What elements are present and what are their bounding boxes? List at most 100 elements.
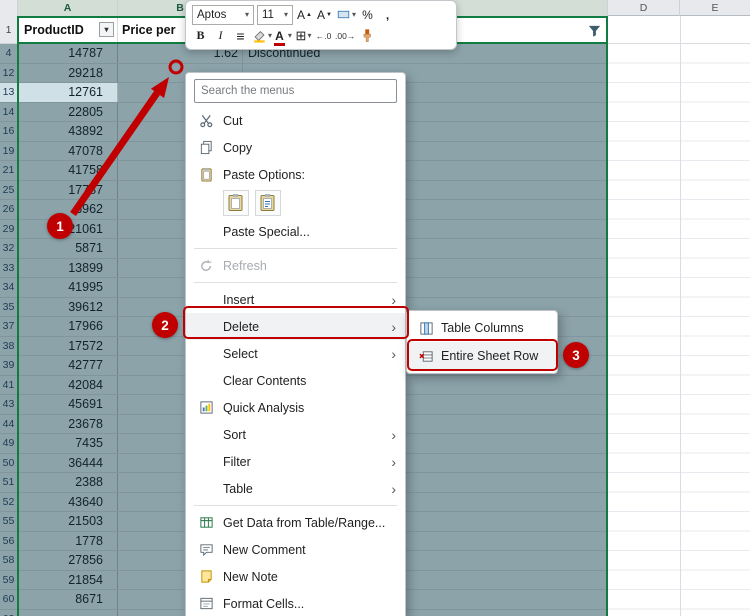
menu-item-quick-analysis[interactable]: Quick Analysis <box>186 394 405 421</box>
cell-productid[interactable]: 17966 <box>18 317 118 336</box>
align-center-button[interactable]: ≡ <box>232 26 249 46</box>
row-header[interactable]: 59 <box>0 571 18 590</box>
column-header-d[interactable]: D <box>608 0 680 16</box>
cell-productid[interactable]: 17787 <box>18 181 118 200</box>
cell-productid[interactable]: 27856 <box>18 551 118 570</box>
row-header[interactable]: 4 <box>0 44 18 63</box>
row-header[interactable]: 51 <box>0 473 18 492</box>
cell-productid[interactable]: 42777 <box>18 356 118 375</box>
cell-productid[interactable] <box>18 610 118 616</box>
row-header[interactable]: 37 <box>0 317 18 336</box>
row1-de-cells[interactable] <box>608 16 750 44</box>
menu-item-cut[interactable]: Cut <box>186 107 405 134</box>
row-header[interactable]: 43 <box>0 395 18 414</box>
cell-productid[interactable]: 1778 <box>18 532 118 551</box>
filter-applied-funnel-icon[interactable] <box>587 23 602 38</box>
menu-item-new-comment[interactable]: New Comment <box>186 536 405 563</box>
menu-item-get-data[interactable]: Get Data from Table/Range... <box>186 509 405 536</box>
row-header[interactable]: 14 <box>0 103 18 122</box>
column-header-e[interactable]: E <box>680 0 750 16</box>
row-header[interactable]: 38 <box>0 337 18 356</box>
row-header[interactable]: 55 <box>0 512 18 531</box>
comma-style-button[interactable]: , <box>379 5 396 25</box>
font-color-button[interactable]: A ▾ <box>275 26 292 46</box>
cell-productid[interactable]: 29218 <box>18 64 118 83</box>
row-header[interactable]: 26 <box>0 200 18 219</box>
row-header[interactable]: 33 <box>0 259 18 278</box>
cell-productid[interactable]: 36444 <box>18 454 118 473</box>
cell-productid[interactable]: 47078 <box>18 142 118 161</box>
increase-font-size-button[interactable]: A▲ <box>296 5 313 25</box>
row-header[interactable]: 50 <box>0 454 18 473</box>
row-header[interactable]: 29 <box>0 220 18 239</box>
cell-productid[interactable]: 7435 <box>18 434 118 453</box>
paste-values-button[interactable] <box>255 190 281 216</box>
percent-style-button[interactable]: % <box>359 5 376 25</box>
menu-item-insert[interactable]: Insert › <box>186 286 405 313</box>
cell-productid[interactable]: 39612 <box>18 298 118 317</box>
cell-productid[interactable]: 21503 <box>18 512 118 531</box>
row-header[interactable]: 49 <box>0 434 18 453</box>
column-header-a[interactable]: A <box>18 0 118 16</box>
cell-productid[interactable]: 14787 <box>18 44 118 63</box>
submenu-item-table-columns[interactable]: Table Columns <box>407 314 557 342</box>
row-header[interactable]: 60 <box>0 590 18 609</box>
menu-item-select[interactable]: Select › <box>186 340 405 367</box>
increase-decimal-button[interactable]: ←.0 <box>315 26 332 46</box>
font-size-combo[interactable]: 11 ▾ <box>257 5 293 25</box>
select-all-corner[interactable] <box>0 0 18 16</box>
cell-productid[interactable]: 17572 <box>18 337 118 356</box>
format-painter-button[interactable] <box>358 26 375 46</box>
submenu-item-entire-sheet-row[interactable]: Entire Sheet Row <box>407 342 557 370</box>
font-name-combo[interactable]: Aptos ▾ <box>192 5 254 25</box>
merge-center-button[interactable]: ▾ <box>336 5 356 25</box>
row-header[interactable]: 41 <box>0 376 18 395</box>
row-header-1[interactable]: 1 <box>0 16 18 44</box>
menu-item-format-cells[interactable]: Format Cells... <box>186 590 405 616</box>
menu-item-new-note[interactable]: New Note <box>186 563 405 590</box>
menu-item-table[interactable]: Table › <box>186 475 405 502</box>
italic-button[interactable]: I <box>212 26 229 46</box>
cell-productid[interactable]: 42084 <box>18 376 118 395</box>
cell-productid[interactable]: 45691 <box>18 395 118 414</box>
paste-keep-formatting-button[interactable] <box>223 190 249 216</box>
menu-item-sort[interactable]: Sort › <box>186 421 405 448</box>
cell-productid[interactable]: 22805 <box>18 103 118 122</box>
menu-item-clear-contents[interactable]: Clear Contents <box>186 367 405 394</box>
row-header[interactable]: 19 <box>0 142 18 161</box>
menu-item-filter[interactable]: Filter › <box>186 448 405 475</box>
empty-cells-d-e[interactable] <box>608 44 750 616</box>
row-header[interactable]: 39 <box>0 356 18 375</box>
cell-productid[interactable]: 12761 <box>18 83 118 102</box>
menu-search-input[interactable] <box>194 79 397 103</box>
row-header[interactable]: 58 <box>0 551 18 570</box>
row-header[interactable]: 21 <box>0 161 18 180</box>
row-header[interactable]: 34 <box>0 278 18 297</box>
cell-productid[interactable]: 13899 <box>18 259 118 278</box>
decrease-decimal-button[interactable]: .00→ <box>335 26 355 46</box>
row-header[interactable]: 44 <box>0 415 18 434</box>
cell-productid[interactable]: 23678 <box>18 415 118 434</box>
menu-item-paste-special[interactable]: Paste Special... <box>186 218 405 245</box>
row-header[interactable]: 12 <box>0 64 18 83</box>
cell-a1-productid-header[interactable]: ProductID ▾ <box>18 16 118 44</box>
bold-button[interactable]: B <box>192 26 209 46</box>
cell-productid[interactable]: 2388 <box>18 473 118 492</box>
borders-button[interactable]: ⊞ ▾ <box>295 26 312 46</box>
row-header[interactable]: 35 <box>0 298 18 317</box>
cell-productid[interactable]: 43892 <box>18 122 118 141</box>
cell-productid[interactable]: 43640 <box>18 493 118 512</box>
cell-productid[interactable]: 41995 <box>18 278 118 297</box>
row-header[interactable]: 52 <box>0 493 18 512</box>
cell-productid[interactable]: 41758 <box>18 161 118 180</box>
cell-productid[interactable]: 8671 <box>18 590 118 609</box>
fill-color-button[interactable]: ▾ <box>252 26 272 46</box>
menu-item-delete[interactable]: Delete › <box>186 313 405 340</box>
row-header[interactable]: 13 <box>0 83 18 102</box>
row-header[interactable]: 25 <box>0 181 18 200</box>
productid-filter-dropdown[interactable]: ▾ <box>99 22 114 37</box>
decrease-font-size-button[interactable]: A▼ <box>316 5 333 25</box>
cell-productid[interactable]: 5871 <box>18 239 118 258</box>
row-header[interactable]: 16 <box>0 122 18 141</box>
cell-productid[interactable]: 21854 <box>18 571 118 590</box>
